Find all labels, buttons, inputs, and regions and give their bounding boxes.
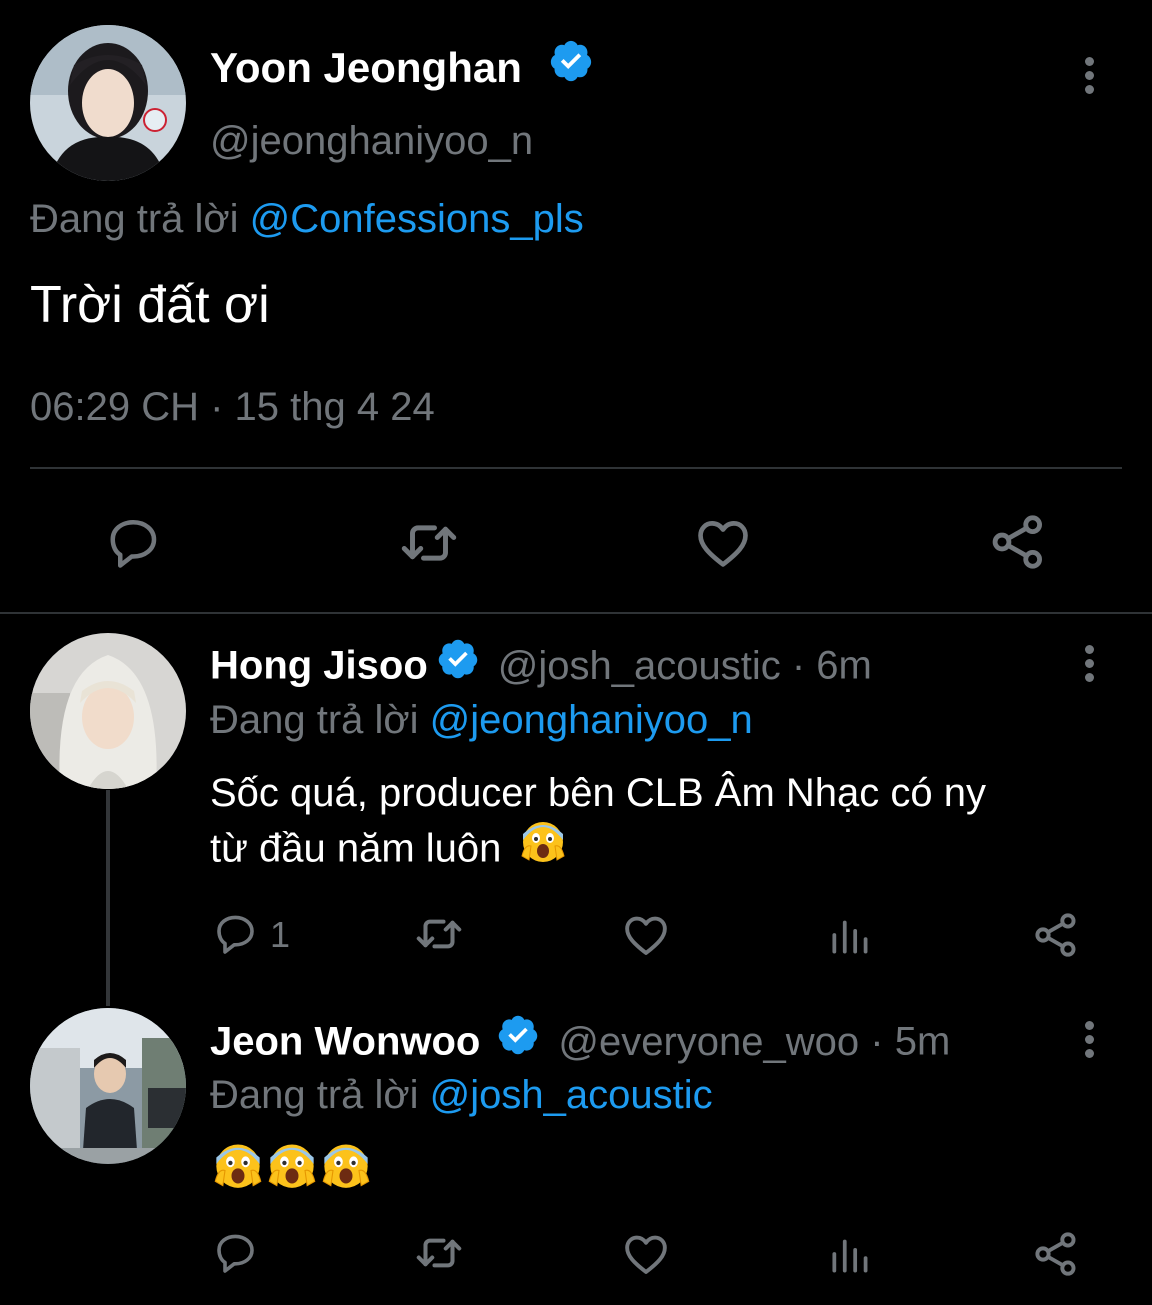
reply-icon[interactable] [104,513,164,573]
share-icon[interactable] [986,510,1050,574]
reply-icon[interactable] [212,910,260,958]
author-name[interactable]: Hong Jisoo [210,644,428,688]
share-icon[interactable] [1030,909,1082,961]
retweet-icon[interactable] [412,1226,466,1280]
avatar[interactable] [30,633,186,789]
screaming-face-emoji [266,1138,318,1195]
reply-text-line: Sốc quá, producer bên CLB Âm Nhạc có ny [210,771,986,815]
replying-prefix: Đang trả lời [30,197,239,241]
screaming-face-emoji [320,1138,372,1195]
reply-icon[interactable] [212,1229,260,1277]
share-icon[interactable] [1030,1228,1082,1280]
author-name[interactable]: Jeon Wonwoo [210,1020,480,1064]
avatar[interactable] [30,1008,186,1164]
replying-to-link[interactable]: @josh_acoustic [430,1073,713,1117]
author-handle[interactable]: @everyone_woo [558,1020,859,1064]
author-name-text[interactable]: Yoon Jeonghan [210,44,522,91]
divider [30,467,1122,469]
verified-badge-icon [496,1013,540,1069]
replying-prefix: Đang trả lời [210,698,419,742]
author-name[interactable]: Yoon Jeonghan [210,40,594,100]
reply-text-line: từ đầu năm luôn [210,820,986,882]
more-options-icon[interactable] [1083,57,1095,99]
more-options-icon[interactable] [1083,645,1095,687]
reply-time[interactable]: · 6m [792,644,872,688]
views-icon[interactable] [826,910,876,960]
retweet-icon[interactable] [412,907,466,961]
reply-header: Jeon Wonwoo @everyone_woo · 5m [210,1013,950,1072]
more-options-icon[interactable] [1083,1021,1095,1063]
thread-line [106,790,110,1006]
reply-time[interactable]: · 5m [870,1020,950,1064]
screaming-face-emoji [212,1138,264,1195]
replying-prefix: Đang trả lời [210,1073,419,1117]
reply-count: 1 [270,914,291,955]
reply-text: Sốc quá, producer bên CLB Âm Nhạc có ny … [210,766,986,882]
replying-to: Đang trả lời @Confessions_pls [30,194,584,244]
reply-emojis [212,1138,372,1195]
replying-to-link[interactable]: @jeonghaniyoo_n [430,698,753,742]
like-icon[interactable] [692,512,754,574]
like-icon[interactable] [620,1228,672,1280]
avatar[interactable] [30,25,186,181]
tweet-timestamp[interactable]: 06:29 CH · 15 thg 4 24 [30,382,435,432]
verified-badge-icon [436,637,480,693]
section-divider [0,612,1152,614]
like-icon[interactable] [620,909,672,961]
replying-to: Đang trả lời @josh_acoustic [210,1070,713,1120]
author-handle[interactable]: @josh_acoustic [498,644,781,688]
reply-text-line-2: từ đầu năm luôn [210,826,502,871]
verified-badge-icon [548,38,594,96]
tweet-text: Trời đất ơi [30,276,270,334]
views-icon[interactable] [826,1229,876,1279]
replying-to-link[interactable]: @Confessions_pls [250,197,584,241]
replying-to: Đang trả lời @jeonghaniyoo_n [210,695,753,745]
reply-header: Hong Jisoo @josh_acoustic · 6m [210,637,872,696]
author-handle[interactable]: @jeonghaniyoo_n [210,116,533,166]
retweet-icon[interactable] [396,510,462,576]
screaming-face-emoji [519,816,567,878]
